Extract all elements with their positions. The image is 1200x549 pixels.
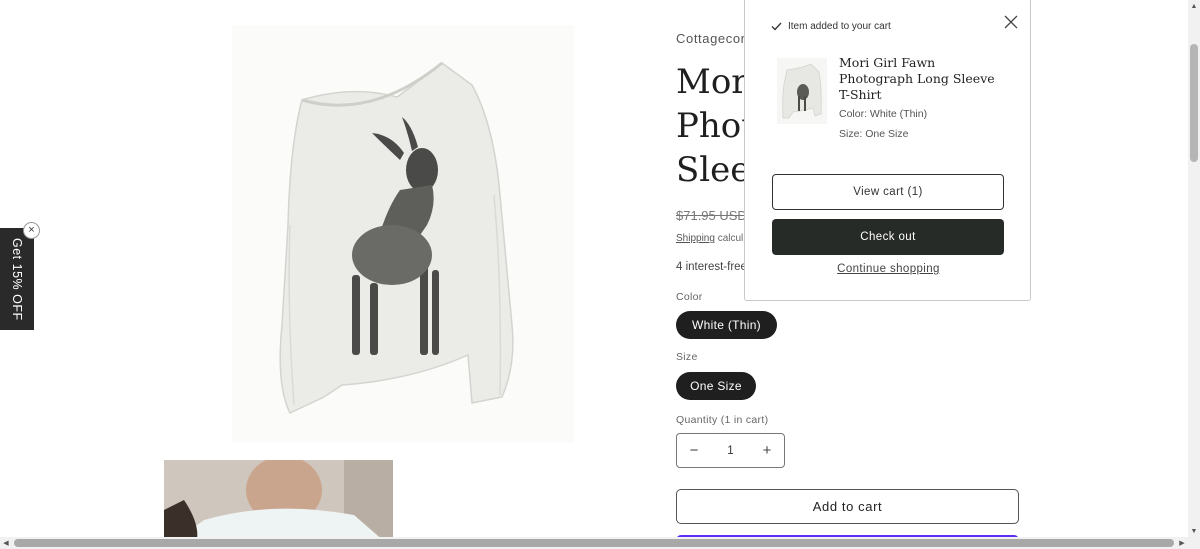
checkout-button[interactable]: Check out bbox=[772, 219, 1004, 255]
cart-item-size: Size: One Size bbox=[839, 128, 909, 140]
cart-notification-heading: Item added to your cart bbox=[771, 21, 891, 32]
product-main-image[interactable] bbox=[232, 25, 574, 443]
shipping-note: Shipping calcul bbox=[676, 233, 743, 244]
quantity-label: Quantity (1 in cart) bbox=[676, 414, 769, 426]
cart-item-color: Color: White (Thin) bbox=[839, 108, 928, 120]
installments-note: 4 interest-free bbox=[676, 261, 747, 273]
model-photo-illustration bbox=[164, 460, 393, 549]
shipping-note-text: calcul bbox=[717, 233, 744, 244]
scroll-down-arrow-icon[interactable]: ▼ bbox=[1188, 525, 1200, 537]
scroll-right-arrow-icon[interactable]: ▶ bbox=[1176, 537, 1188, 549]
horizontal-scrollbar-thumb[interactable] bbox=[14, 539, 1174, 547]
vertical-scrollbar-thumb[interactable] bbox=[1190, 44, 1198, 162]
quantity-input[interactable]: 1 bbox=[727, 445, 733, 457]
checkmark-icon bbox=[771, 22, 782, 31]
quantity-stepper: − 1 + bbox=[676, 433, 785, 468]
color-label: Color bbox=[676, 291, 703, 303]
shirt-illustration bbox=[232, 25, 574, 443]
compare-at-price: $71.95 USD bbox=[676, 208, 747, 223]
cart-notification-text: Item added to your cart bbox=[788, 21, 891, 32]
product-thumbnail[interactable] bbox=[164, 460, 393, 549]
scroll-left-arrow-icon[interactable]: ◀ bbox=[0, 537, 12, 549]
product-vendor: Cottagecore bbox=[676, 31, 754, 46]
discount-promo-tab[interactable]: Get 15% OFF bbox=[0, 228, 34, 330]
view-cart-button[interactable]: View cart (1) bbox=[772, 174, 1004, 210]
quantity-decrease-button[interactable]: − bbox=[677, 434, 711, 467]
promo-label: Get 15% OFF bbox=[10, 237, 24, 321]
close-icon[interactable] bbox=[1001, 12, 1021, 32]
size-option-one-size[interactable]: One Size bbox=[676, 372, 756, 400]
cart-item-thumbnail bbox=[777, 58, 827, 124]
color-option-white-thin[interactable]: White (Thin) bbox=[676, 311, 777, 339]
shipping-link[interactable]: Shipping bbox=[676, 233, 715, 244]
quantity-increase-button[interactable]: + bbox=[750, 434, 784, 467]
promo-close-icon[interactable]: × bbox=[23, 222, 40, 239]
size-label: Size bbox=[676, 351, 698, 363]
scroll-up-arrow-icon[interactable]: ▲ bbox=[1188, 0, 1200, 12]
add-to-cart-button[interactable]: Add to cart bbox=[676, 489, 1019, 524]
cart-notification-popup: Item added to your cart Mori Girl Fawn P… bbox=[744, 0, 1031, 301]
cart-item-name: Mori Girl Fawn Photograph Long Sleeve T-… bbox=[839, 55, 995, 102]
continue-shopping-link[interactable]: Continue shopping bbox=[745, 263, 1032, 275]
